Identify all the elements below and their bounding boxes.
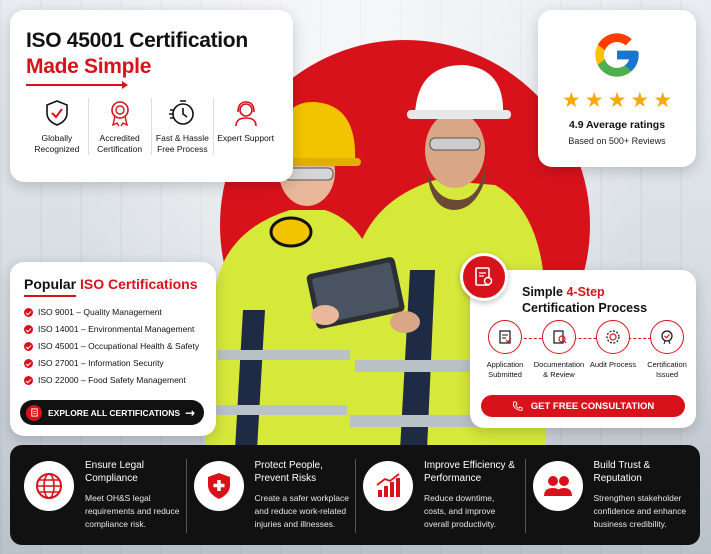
average-rating: 4.9 Average ratings (568, 119, 666, 131)
feature-label: Expert Support (217, 133, 274, 143)
list-item[interactable]: ISO 27001 – Information Security (24, 355, 204, 372)
steps-title: Simple 4-Step Certification Process (522, 284, 647, 316)
explore-all-label: EXPLORE ALL CERTIFICATIONS (48, 407, 181, 418)
growth-chart-icon (363, 461, 413, 511)
popular-certifications-card: Popular ISO Certifications ISO 9001 – Qu… (10, 262, 216, 436)
list-item[interactable]: ISO 45001 – Occupational Health & Safety (24, 338, 204, 355)
title-underline (26, 81, 128, 89)
star-icon: ★ (584, 88, 604, 112)
feature-row: Globally Recognized Accredited Certifica… (26, 98, 277, 155)
step-documentation: Documentation & Review (532, 320, 586, 380)
google-g-icon (595, 33, 639, 77)
benefit-title: Protect People, Prevent Risks (254, 460, 323, 484)
benefit-title: Improve Efficiency & Performance (424, 460, 515, 484)
list-item-label: ISO 27001 – Information Security (38, 358, 164, 368)
check-icon (24, 308, 33, 317)
list-item[interactable]: ISO 14001 – Environmental Management (24, 321, 204, 338)
arrow-right-icon: → (184, 405, 195, 420)
step-label: Documentation & Review (533, 360, 585, 379)
benefit-text: Meet OH&S legal requirements and reduce … (85, 493, 180, 529)
team-people-icon (532, 461, 583, 511)
benefit-text: Strengthen stakeholder confidence and en… (593, 493, 687, 529)
star-icon: ★ (561, 88, 581, 112)
benefit-protect-people: Protect People, Prevent Risks Create a sa… (185, 445, 356, 545)
step-label: Certification Issued (647, 360, 687, 379)
documentation-review-icon (542, 320, 576, 354)
list-item[interactable]: ISO 22000 – Food Safety Management (24, 372, 204, 389)
award-ribbon-icon (110, 101, 129, 127)
steps-title-prefix: Simple (522, 285, 567, 299)
star-icon: ★ (630, 88, 650, 112)
steps-title-highlight: 4-Step (566, 285, 605, 299)
free-consultation-label: GET FREE CONSULTATION (530, 400, 655, 412)
benefit-text: Reduce downtime, costs, and improve over… (424, 493, 497, 529)
step-issued: Certification Issued (640, 320, 694, 380)
globe-icon (24, 461, 74, 511)
check-icon (24, 376, 33, 385)
feature-globally-recognized: Globally Recognized (26, 98, 89, 155)
phone-icon (512, 400, 523, 411)
benefit-text: Create a safer workplace and reduce work… (254, 493, 350, 529)
application-doc-icon (488, 320, 522, 354)
benefit-title: Build Trust & Reputation (593, 460, 651, 484)
popular-underline (24, 295, 76, 297)
stopwatch-icon (169, 100, 195, 125)
feature-label: Globally Recognized (34, 133, 80, 154)
audit-gear-icon (596, 320, 630, 354)
benefit-legal-compliance: Ensure Legal Compliance Meet OH&S legal r… (16, 445, 186, 545)
benefit-title: Ensure Legal Compliance (85, 460, 144, 484)
check-icon (24, 342, 33, 351)
list-item-label: ISO 14001 – Environmental Management (38, 324, 195, 334)
star-icon: ★ (607, 88, 627, 112)
shield-check-icon (46, 100, 68, 126)
document-icon (26, 404, 42, 421)
certificate-badge-icon (460, 253, 508, 301)
star-icon: ★ (653, 88, 673, 112)
feature-label: Accredited Certification (97, 133, 143, 154)
list-item-label: ISO 9001 – Quality Management (38, 307, 162, 317)
hero-title-line1: ISO 45001 Certification (26, 29, 248, 52)
certification-list: ISO 9001 – Quality Management ISO 14001 … (24, 304, 204, 389)
steps-title-line2: Certification Process (522, 301, 648, 315)
benefit-efficiency: Improve Efficiency & Performance Reduce d… (355, 445, 525, 545)
popular-title: Popular ISO Certifications (24, 276, 204, 292)
headset-support-icon (234, 101, 257, 127)
check-icon (24, 359, 33, 368)
feature-accredited: Accredited Certification (89, 98, 152, 155)
steps-card: Simple 4-Step Certification Process Appli… (470, 270, 696, 428)
shield-cross-icon (193, 461, 244, 511)
benefit-trust: Build Trust & Reputation Strengthen stake… (524, 445, 695, 545)
list-item[interactable]: ISO 9001 – Quality Management (24, 304, 204, 321)
list-item-label: ISO 45001 – Occupational Health & Safety (38, 341, 200, 351)
hero-card: ISO 45001 Certification Made Simple Glob… (10, 10, 293, 182)
hero-title-line2: Made Simple (26, 55, 152, 78)
popular-title-highlight: ISO Certifications (80, 276, 198, 292)
step-label: Audit Process (589, 360, 637, 369)
step-label: Application Submitted (486, 360, 524, 379)
step-application: Application Submitted (478, 320, 532, 380)
step-audit: Audit Process (586, 320, 640, 370)
list-item-label: ISO 22000 – Food Safety Management (38, 375, 186, 385)
feature-label: Fast & Hassle Free Process (155, 133, 209, 154)
check-icon (24, 325, 33, 334)
explore-all-button[interactable]: EXPLORE ALL CERTIFICATIONS → (20, 400, 204, 425)
rating-card: ★ ★ ★ ★ ★ 4.9 Average ratings Based on 5… (538, 10, 696, 167)
star-rating: ★ ★ ★ ★ ★ (538, 89, 696, 111)
feature-expert-support: Expert Support (214, 98, 277, 155)
review-count: Based on 500+ Reviews (568, 136, 666, 146)
certificate-seal-icon (650, 320, 684, 354)
free-consultation-button[interactable]: GET FREE CONSULTATION (481, 395, 685, 417)
benefits-bar: Ensure Legal Compliance Meet OH&S legal r… (10, 445, 700, 545)
popular-title-prefix: Popular (24, 276, 81, 292)
feature-fast-process: Fast & Hassle Free Process (152, 98, 215, 155)
